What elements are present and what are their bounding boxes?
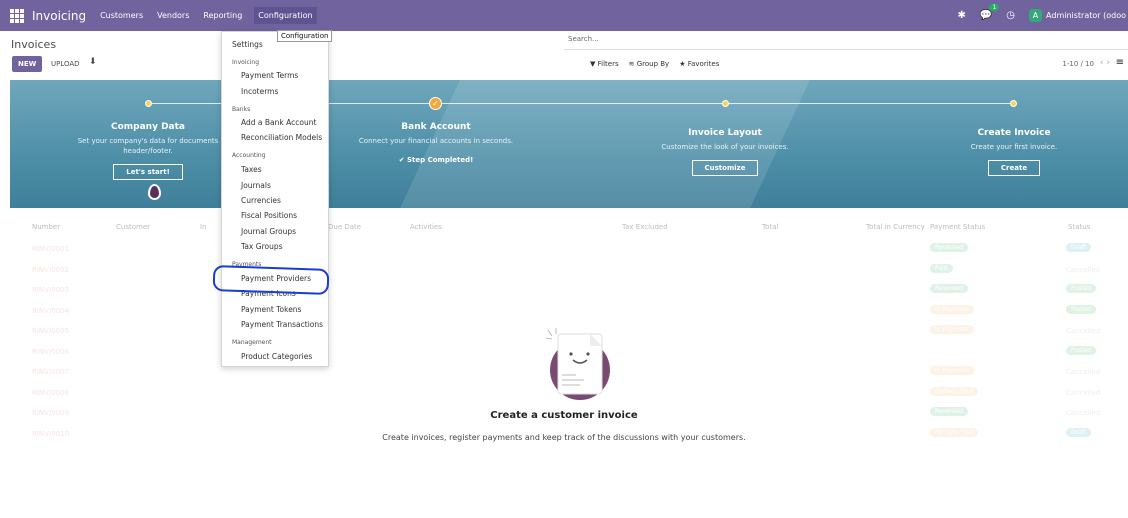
user-name[interactable]: Administrator (odoo: [1046, 11, 1126, 20]
step-text: Set your company's data for documents he…: [77, 137, 219, 155]
step-title: Invoice Layout: [688, 128, 762, 138]
menu-item-journal-groups[interactable]: Journal Groups: [241, 227, 296, 236]
step-invoice-layout: Invoice Layout Customize the look of you…: [635, 128, 815, 176]
step-text: Create your first invoice.: [970, 143, 1058, 151]
configuration-tooltip: Configuration: [277, 30, 333, 42]
step-dot-invoice: [1010, 100, 1017, 107]
step-done-text: Step Completed!: [407, 156, 474, 164]
list-view-icon[interactable]: ≡: [1116, 57, 1124, 68]
star-icon: ★: [679, 60, 686, 68]
empty-invoice-illustration: [545, 328, 610, 400]
empty-state-text: Create invoices, register payments and k…: [382, 433, 746, 442]
new-button[interactable]: NEW: [12, 56, 43, 72]
menu-customers[interactable]: Customers: [98, 7, 145, 24]
section-invoicing: Invoicing: [232, 59, 260, 66]
configuration-dropdown: Settings Invoicing Payment Terms Incoter…: [221, 31, 329, 367]
chevron-right-icon[interactable]: ›: [1106, 58, 1110, 68]
menu-configuration[interactable]: Configuration: [254, 7, 317, 24]
menu-item-reconciliation-models[interactable]: Reconciliation Models: [241, 133, 322, 142]
step-text: Connect your financial accounts in secon…: [358, 137, 514, 145]
chevron-left-icon[interactable]: ‹: [1100, 58, 1104, 68]
step-company-data: Company Data Set your company's data for…: [58, 122, 238, 180]
step-completed-label: ✔ Step Completed!: [346, 156, 526, 164]
search-options: ▼ Filters ≋ Group By ★ Favorites: [590, 60, 719, 68]
menu-item-product-categories[interactable]: Product Categories: [241, 352, 312, 361]
pager-arrows: ‹ ›: [1100, 58, 1110, 68]
step-title: Create Invoice: [977, 128, 1051, 138]
menu-item-payment-transactions[interactable]: Payment Transactions: [241, 320, 323, 329]
chat-icon[interactable]: 💬 1: [980, 4, 1000, 21]
favorites-label: Favorites: [687, 60, 720, 68]
top-navbar: Invoicing Customers Vendors Reporting Co…: [0, 0, 1128, 31]
filters-label: Filters: [597, 60, 619, 68]
create-button[interactable]: Create: [987, 160, 1041, 176]
menu-item-payment-tokens[interactable]: Payment Tokens: [241, 305, 301, 314]
section-banks: Banks: [232, 106, 251, 113]
group-by-label: Group By: [636, 60, 670, 68]
filter-icon: ▼: [590, 60, 596, 68]
empty-state-title: Create a customer invoice: [490, 410, 638, 421]
favorites-button[interactable]: ★ Favorites: [679, 60, 719, 68]
filters-button[interactable]: ▼ Filters: [590, 60, 619, 68]
download-icon[interactable]: ⬇: [89, 57, 97, 67]
step-bank-account: Bank Account Connect your financial acco…: [346, 122, 526, 164]
group-by-button[interactable]: ≋ Group By: [629, 60, 670, 68]
menu-item-incoterms[interactable]: Incoterms: [241, 87, 278, 96]
apps-grid-icon[interactable]: [10, 8, 24, 23]
search-input[interactable]: Search...: [564, 35, 1128, 50]
step-title: Bank Account: [401, 122, 471, 132]
section-accounting: Accounting: [232, 152, 266, 159]
onboarding-banner: ✓ Company Data Set your company's data f…: [10, 80, 1128, 208]
bug-icon[interactable]: ✱: [957, 10, 965, 21]
step-dot-layout: [722, 100, 729, 107]
menu-reporting[interactable]: Reporting: [201, 7, 244, 24]
step-title: Company Data: [110, 122, 185, 132]
menu-item-tax-groups[interactable]: Tax Groups: [241, 242, 283, 251]
menu-item-taxes[interactable]: Taxes: [241, 165, 262, 174]
navbar-systray: ✱ 💬 1 ◷ A Administrator (odoo: [957, 0, 1128, 31]
menu-item-fiscal-positions[interactable]: Fiscal Positions: [241, 211, 297, 220]
customize-button[interactable]: Customize: [691, 160, 759, 176]
step-text: Customize the look of your invoices.: [661, 143, 789, 151]
onboarding-drop-icon: [148, 184, 161, 200]
lets-start-button[interactable]: Let's start!: [113, 164, 183, 180]
section-management: Management: [232, 339, 272, 346]
step-create-invoice: Create Invoice Create your first invoice…: [924, 128, 1104, 176]
menu-vendors[interactable]: Vendors: [155, 7, 191, 24]
page-title: Invoices: [11, 38, 57, 51]
annotation-circle: [212, 264, 330, 296]
menu-item-payment-terms[interactable]: Payment Terms: [241, 71, 298, 80]
step-check-icon: ✓: [429, 97, 442, 110]
menu-item-currencies[interactable]: Currencies: [241, 196, 281, 205]
layers-icon: ≋: [628, 60, 635, 68]
menu-item-settings[interactable]: Settings: [232, 40, 263, 49]
pager-value[interactable]: 1-10 / 10: [1062, 60, 1094, 68]
menu-item-add-bank-account[interactable]: Add a Bank Account: [241, 118, 316, 127]
upload-button[interactable]: UPLOAD: [51, 56, 80, 72]
check-icon: ✔: [398, 156, 405, 164]
clock-icon[interactable]: ◷: [1006, 10, 1015, 21]
chat-badge: 1: [989, 4, 1000, 11]
app-name[interactable]: Invoicing: [32, 9, 86, 23]
menu-item-journals[interactable]: Journals: [241, 181, 271, 190]
avatar[interactable]: A: [1029, 9, 1043, 22]
step-dot-company: [145, 100, 152, 107]
